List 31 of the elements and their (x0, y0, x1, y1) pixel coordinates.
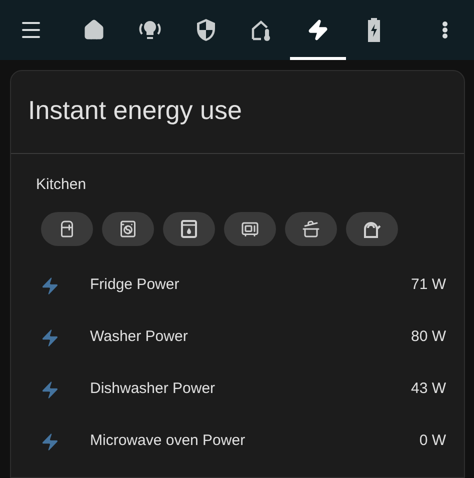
more-options-icon (442, 21, 448, 39)
microwave-icon (241, 220, 259, 238)
power-value: 43 W (410, 379, 446, 400)
shield-icon (195, 18, 217, 42)
entity-name: Fridge Power (90, 275, 180, 296)
entity-name: Dishwasher Power (90, 379, 216, 400)
power-value: 80 W (410, 327, 446, 348)
device-chip[interactable] (102, 212, 154, 246)
device-chip[interactable] (285, 212, 337, 246)
battery-charging-icon (367, 18, 381, 42)
device-chip[interactable] (224, 212, 276, 246)
power-value: 71 W (410, 275, 446, 296)
home-icon (83, 19, 105, 41)
kettle-icon (362, 220, 382, 238)
device-chip[interactable] (163, 212, 215, 246)
lightning-icon (40, 380, 60, 400)
lightning-icon (307, 19, 329, 41)
washing-machine-icon (119, 220, 137, 238)
lightning-icon (40, 276, 60, 296)
lightning-icon (40, 432, 60, 452)
lightbulbs-icon (138, 19, 162, 41)
section-title: Kitchen (35, 175, 88, 195)
dishwasher-icon (181, 220, 197, 238)
entity-name: Microwave oven Power (90, 431, 246, 452)
fridge-icon (58, 220, 76, 238)
lightning-icon (40, 328, 60, 348)
card-title: Instant energy use (27, 94, 243, 127)
entity-name: Washer Power (90, 327, 189, 348)
device-chip[interactable] (346, 212, 398, 246)
power-value: 0 W (419, 431, 446, 452)
device-chip[interactable] (41, 212, 93, 246)
